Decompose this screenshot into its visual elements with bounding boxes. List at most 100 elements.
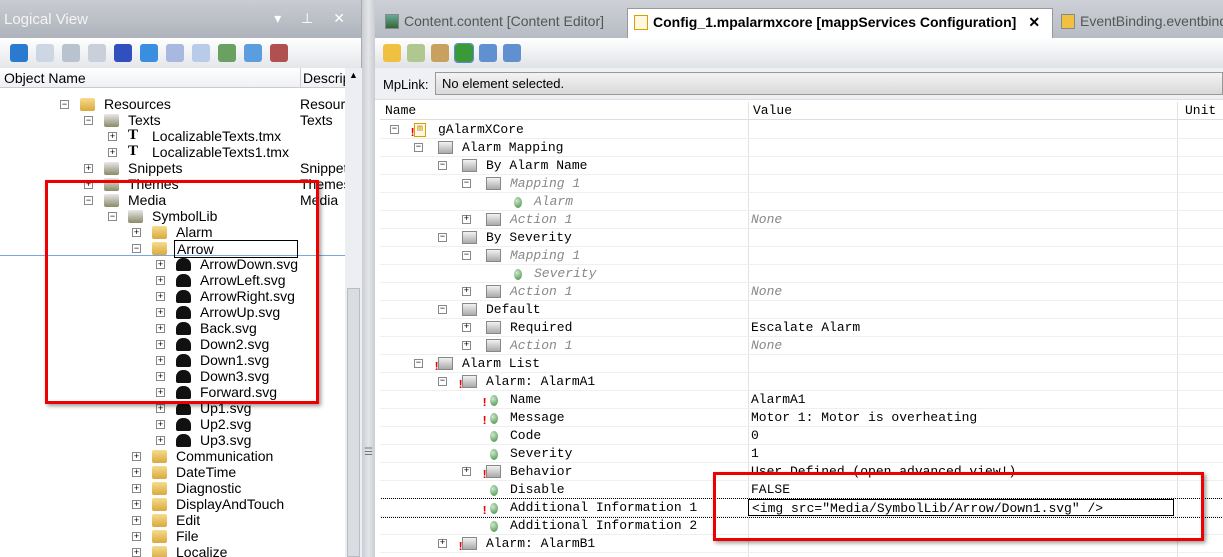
config-value[interactable]: Escalate Alarm	[751, 319, 860, 337]
tree-item[interactable]: + Up3.svg	[0, 432, 345, 448]
tree-item[interactable]: + Communication	[0, 448, 345, 464]
expander-icon[interactable]: +	[132, 484, 141, 493]
tree-item[interactable]: − Texts Texts	[0, 112, 345, 128]
table-icon[interactable]	[36, 44, 54, 62]
sort-asc-icon[interactable]	[479, 44, 497, 62]
expander-icon[interactable]: +	[108, 148, 117, 157]
config-row[interactable]: Severity 1	[380, 445, 1223, 463]
expander-icon[interactable]: +	[84, 164, 93, 173]
add-icon[interactable]	[407, 44, 425, 62]
tree-item[interactable]: + File	[0, 528, 345, 544]
expander-icon[interactable]: +	[156, 420, 165, 429]
expander-icon[interactable]: +	[132, 452, 141, 461]
tree-item[interactable]: − Resources Resour	[0, 96, 345, 112]
mplink-field[interactable]: No element selected.	[435, 72, 1223, 95]
column-name[interactable]: Name	[385, 103, 416, 118]
expander-icon[interactable]: −	[462, 179, 471, 188]
close-tab-icon[interactable]: ✕	[1028, 14, 1040, 30]
config-row[interactable]: − Mapping 1	[380, 247, 1223, 265]
tree-item[interactable]: + Diagnostic	[0, 480, 345, 496]
column-value[interactable]: Value	[753, 103, 792, 118]
new-object-icon[interactable]	[10, 44, 28, 62]
config-row[interactable]: − By Alarm Name	[380, 157, 1223, 175]
expander-icon[interactable]: +	[156, 436, 165, 445]
config-row[interactable]: −! m gAlarmXCore	[380, 121, 1223, 140]
expander-icon[interactable]: −	[438, 233, 447, 242]
expander-icon[interactable]: +	[132, 500, 141, 509]
scroll-up-icon[interactable]: ▲	[349, 70, 358, 80]
tree-item[interactable]: + DateTime	[0, 464, 345, 480]
target-icon[interactable]	[431, 44, 449, 62]
expander-icon[interactable]: +	[132, 468, 141, 477]
config-row[interactable]: + Required Escalate Alarm	[380, 319, 1223, 337]
expander-icon[interactable]: +	[462, 323, 471, 332]
config-row[interactable]: − Default	[380, 301, 1223, 319]
tree-item[interactable]: + Localize	[0, 544, 345, 557]
expander-icon[interactable]: −	[414, 143, 423, 152]
config-row[interactable]: Alarm	[380, 193, 1223, 211]
tab-2[interactable]: EventBinding.eventbindi	[1055, 8, 1223, 38]
expander-icon[interactable]: −	[438, 377, 447, 386]
link-icon[interactable]	[218, 44, 236, 62]
panel-splitter[interactable]: ☰	[362, 0, 375, 557]
sort-desc-icon[interactable]	[503, 44, 521, 62]
refresh-icon[interactable]	[244, 44, 262, 62]
config-value[interactable]: 1	[751, 445, 759, 463]
config-row[interactable]: Code 0	[380, 427, 1223, 445]
config-row[interactable]: − By Severity	[380, 229, 1223, 247]
column-object-name[interactable]: Object Name	[4, 70, 86, 86]
vertical-scrollbar[interactable]: ▲	[345, 68, 362, 557]
config-row[interactable]: −! Alarm: AlarmA1	[380, 373, 1223, 392]
expander-icon[interactable]: +	[132, 532, 141, 541]
header-file-icon[interactable]	[88, 44, 106, 62]
expander-icon[interactable]: +	[462, 467, 471, 476]
unlink-icon[interactable]	[270, 44, 288, 62]
show-all-icon[interactable]	[454, 43, 474, 63]
config-value[interactable]: None	[751, 337, 782, 355]
tree-item[interactable]: + T LocalizableTexts.tmx	[0, 127, 345, 144]
expander-icon[interactable]: +	[156, 404, 165, 413]
config-value[interactable]: Motor 1: Motor is overheating	[751, 409, 977, 427]
expander-icon[interactable]: +	[462, 215, 471, 224]
edit-disabled-icon[interactable]	[192, 44, 210, 62]
expander-icon[interactable]: −	[414, 359, 423, 368]
expander-icon[interactable]: +	[462, 341, 471, 350]
tree-item[interactable]: + DisplayAndTouch	[0, 496, 345, 512]
config-row[interactable]: Severity	[380, 265, 1223, 283]
tree-item[interactable]: + Up2.svg	[0, 416, 345, 432]
column-description[interactable]: Descrip	[300, 68, 350, 88]
config-row[interactable]: + Action 1 None	[380, 337, 1223, 355]
column-unit[interactable]: Unit	[1185, 103, 1216, 118]
expander-icon[interactable]: −	[390, 125, 399, 134]
expander-icon[interactable]: +	[108, 132, 117, 141]
expander-icon[interactable]: −	[84, 116, 93, 125]
expander-icon[interactable]: −	[438, 305, 447, 314]
config-row[interactable]: + Action 1 None	[380, 211, 1223, 229]
panel-window-controls[interactable]: ▾ ⊥ ✕	[274, 10, 353, 27]
tree-item[interactable]: + Snippets Snippet	[0, 160, 345, 176]
config-row[interactable]: − Alarm Mapping	[380, 139, 1223, 157]
expander-icon[interactable]: +	[132, 516, 141, 525]
config-row[interactable]: + Action 1 None	[380, 283, 1223, 301]
copy-icon[interactable]	[114, 44, 132, 62]
scrollbar-thumb[interactable]	[347, 288, 360, 557]
config-value[interactable]: 0	[751, 427, 759, 445]
config-value[interactable]: None	[751, 211, 782, 229]
config-row[interactable]: ! Message Motor 1: Motor is overheating	[380, 409, 1223, 428]
form-icon[interactable]	[62, 44, 80, 62]
tab-1[interactable]: Config_1.mpalarmxcore [mappServices Conf…	[627, 8, 1053, 38]
config-row[interactable]: − Mapping 1	[380, 175, 1223, 193]
expander-icon[interactable]: +	[438, 539, 447, 548]
tree-item[interactable]: + T LocalizableTexts1.tmx	[0, 143, 345, 160]
edit-icon[interactable]	[140, 44, 158, 62]
tab-0[interactable]: Content.content [Content Editor]	[379, 8, 619, 38]
config-row[interactable]: −! Alarm List	[380, 355, 1223, 374]
config-value[interactable]: AlarmA1	[751, 391, 806, 409]
expander-icon[interactable]: −	[438, 161, 447, 170]
expander-icon[interactable]: +	[132, 548, 141, 557]
config-row[interactable]: ! Name AlarmA1	[380, 391, 1223, 410]
expander-icon[interactable]: −	[60, 100, 69, 109]
expander-icon[interactable]: −	[462, 251, 471, 260]
expander-icon[interactable]: +	[462, 287, 471, 296]
config-value[interactable]: None	[751, 283, 782, 301]
